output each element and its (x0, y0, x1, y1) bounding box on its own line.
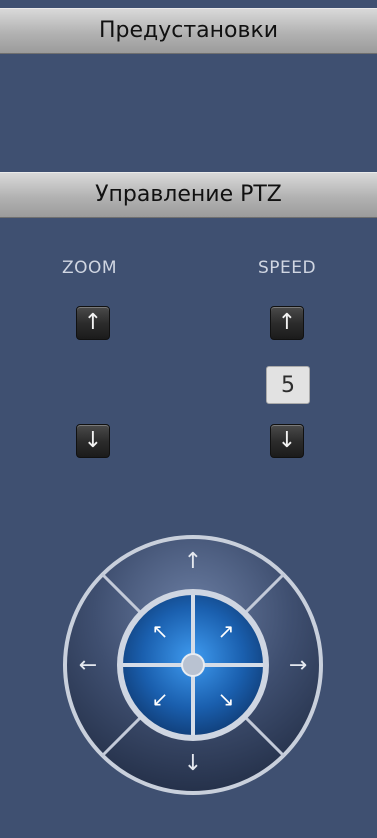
joystick-center-knob[interactable] (181, 653, 205, 677)
zoom-out-button[interactable]: ↓ (76, 424, 110, 458)
pan-down-icon[interactable]: ↓ (184, 751, 202, 776)
zoom-in-button[interactable]: ↑ (76, 306, 110, 340)
pan-up-left-icon[interactable]: ↖ (152, 619, 169, 643)
speed-value: 5 (266, 366, 310, 404)
speed-increase-button[interactable]: ↑ (270, 306, 304, 340)
arrow-up-icon: ↑ (277, 310, 297, 335)
ptz-joystick[interactable]: ↑ ↓ ← → ↖ ↗ ↙ ↘ (62, 534, 324, 796)
zoom-label: ZOOM (62, 258, 118, 278)
arrow-up-icon: ↑ (83, 310, 103, 335)
pan-down-right-icon[interactable]: ↘ (218, 687, 235, 711)
arrow-down-icon: ↓ (277, 428, 297, 453)
speed-label: SPEED (258, 258, 317, 278)
pan-up-icon[interactable]: ↑ (184, 549, 202, 574)
ptz-control-header[interactable]: Управление PTZ (0, 172, 377, 218)
pan-right-icon[interactable]: → (289, 653, 307, 678)
pan-up-right-icon[interactable]: ↗ (218, 619, 235, 643)
presets-header[interactable]: Предустановки (0, 8, 377, 54)
pan-left-icon[interactable]: ← (79, 653, 97, 678)
arrow-down-icon: ↓ (83, 428, 103, 453)
speed-decrease-button[interactable]: ↓ (270, 424, 304, 458)
pan-down-left-icon[interactable]: ↙ (152, 687, 169, 711)
